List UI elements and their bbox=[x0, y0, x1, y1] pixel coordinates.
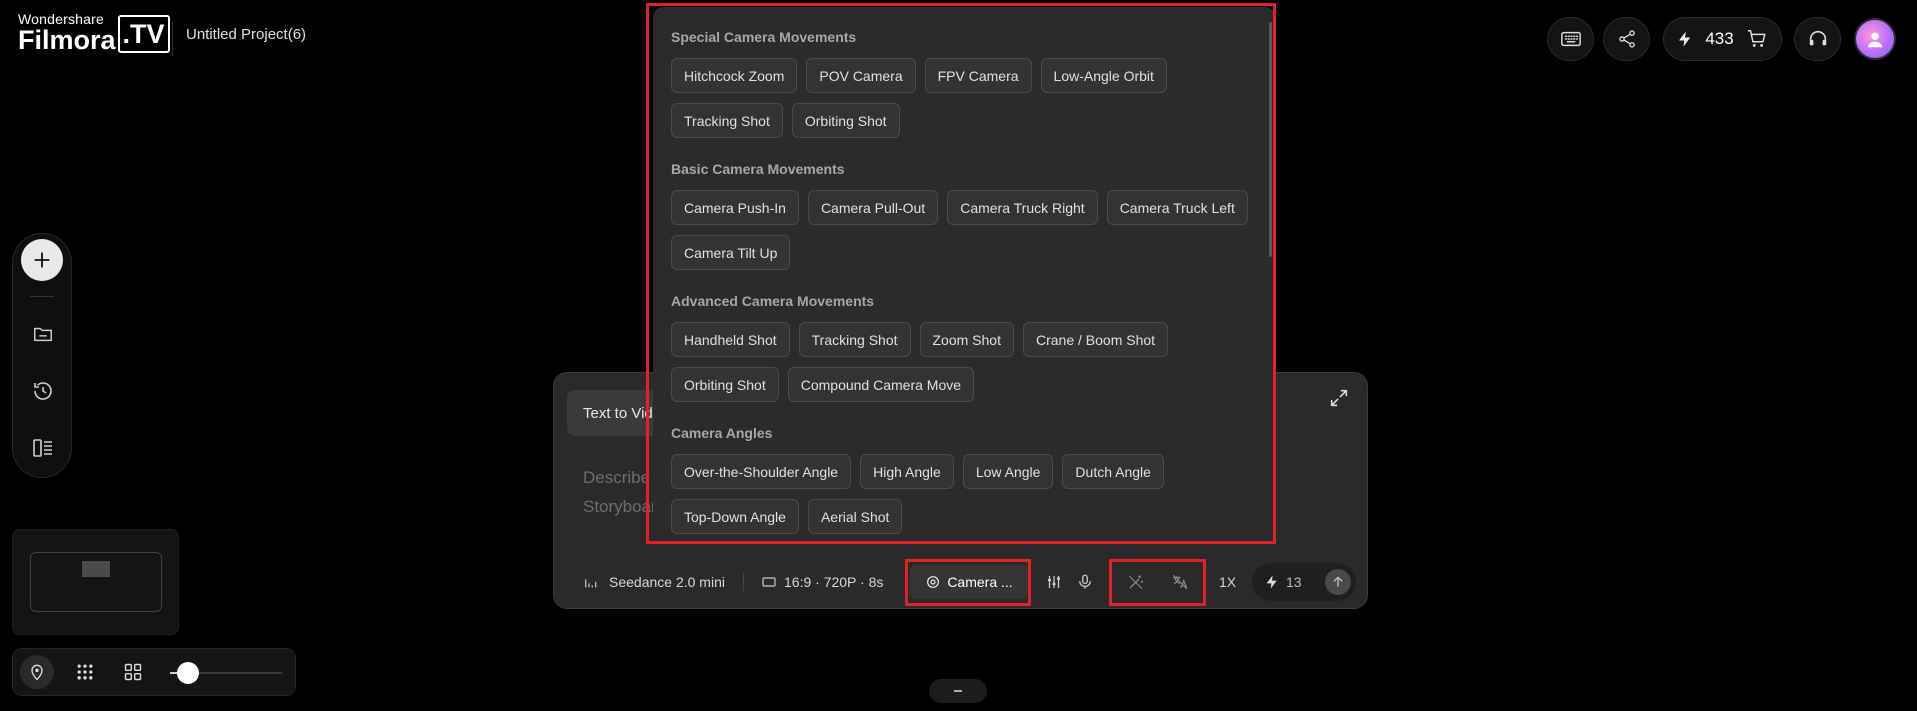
cost-count: 13 bbox=[1286, 574, 1302, 590]
share-button[interactable] bbox=[1603, 17, 1650, 61]
user-icon bbox=[1867, 32, 1883, 48]
support-button[interactable] bbox=[1794, 17, 1841, 61]
filmora-logo[interactable]: Wondershare Filmora .TV bbox=[18, 12, 170, 54]
model-selector[interactable]: Seedance 2.0 mini bbox=[609, 572, 725, 592]
aspect-icon-button[interactable] bbox=[756, 569, 782, 595]
highlight-dropdown bbox=[646, 3, 1276, 544]
logo-filmora: Filmora bbox=[18, 25, 116, 55]
layout-button[interactable] bbox=[29, 434, 57, 462]
spark-icon bbox=[1266, 575, 1277, 589]
assets-folder-button[interactable] bbox=[29, 320, 57, 348]
keyboard-shortcuts-button[interactable] bbox=[1547, 17, 1594, 61]
minus-icon bbox=[954, 690, 962, 692]
history-button[interactable] bbox=[29, 377, 57, 405]
speed-selector[interactable]: 1X bbox=[1219, 572, 1236, 592]
highlight-enhance-buttons bbox=[1109, 559, 1206, 606]
sliders-icon bbox=[1048, 576, 1060, 588]
credits-count: 433 bbox=[1705, 29, 1734, 48]
generate-button[interactable] bbox=[1325, 569, 1351, 595]
model-icon-button[interactable] bbox=[578, 569, 604, 595]
settings-sliders-button[interactable] bbox=[1041, 569, 1067, 595]
layout-icon bbox=[33, 439, 52, 457]
grid-dots-icon bbox=[77, 664, 93, 680]
arrange-button[interactable] bbox=[116, 655, 150, 689]
zoom-slider-handle[interactable] bbox=[176, 662, 199, 684]
bars-icon bbox=[585, 579, 597, 588]
project-title[interactable]: Untitled Project(6) bbox=[186, 26, 306, 43]
spark-icon bbox=[1679, 31, 1691, 47]
header-divider bbox=[172, 22, 173, 56]
cart-icon[interactable] bbox=[1745, 28, 1769, 50]
folder-icon bbox=[34, 327, 52, 342]
minimap-node bbox=[82, 561, 110, 577]
add-button[interactable] bbox=[21, 239, 63, 281]
microphone-icon bbox=[1079, 574, 1091, 589]
expand-button[interactable] bbox=[1328, 387, 1352, 411]
arrow-up-icon bbox=[1333, 576, 1343, 587]
locate-button[interactable] bbox=[20, 655, 54, 689]
aspect-ratio-icon bbox=[762, 577, 776, 587]
history-icon bbox=[34, 382, 52, 400]
left-toolbar-divider bbox=[30, 296, 54, 297]
location-icon bbox=[31, 664, 43, 681]
expand-icon bbox=[1330, 389, 1348, 407]
grid-dots-button[interactable] bbox=[68, 655, 102, 689]
plus-icon bbox=[34, 252, 50, 268]
avatar[interactable] bbox=[1854, 18, 1896, 60]
share-icon bbox=[1618, 30, 1635, 48]
credits-pill[interactable]: 433 bbox=[1663, 17, 1782, 61]
keyboard-icon bbox=[1560, 31, 1581, 47]
apps-icon bbox=[124, 663, 142, 681]
collapse-button[interactable] bbox=[929, 679, 987, 703]
voice-input-button[interactable] bbox=[1072, 569, 1098, 595]
logo-tv: .TV bbox=[117, 15, 170, 53]
toolbar-divider bbox=[743, 573, 744, 591]
aspect-settings[interactable]: 16:9 · 720P · 8s bbox=[784, 572, 883, 592]
headset-icon bbox=[1809, 30, 1826, 46]
highlight-camera-button bbox=[905, 559, 1031, 606]
